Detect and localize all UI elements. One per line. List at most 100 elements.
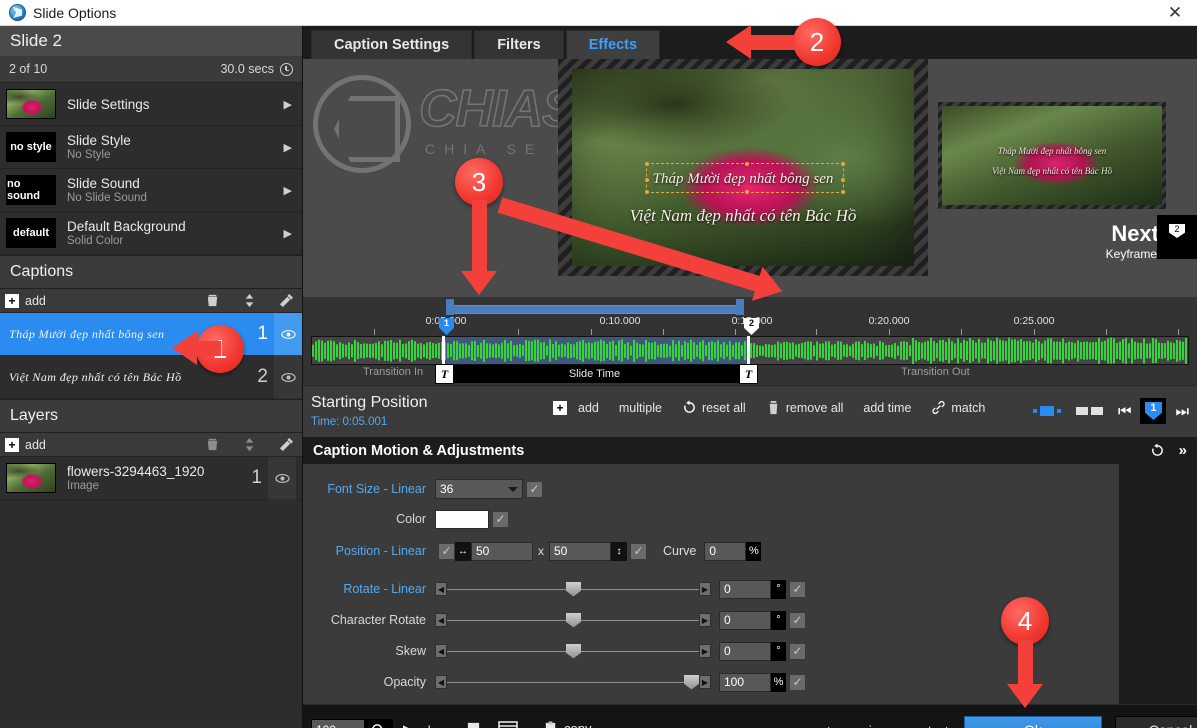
undo-icon[interactable]	[1150, 443, 1165, 458]
rotate-input[interactable]: 0	[719, 579, 771, 599]
sidebar-item-label: Default Background	[67, 218, 186, 234]
slider-knob[interactable]	[566, 612, 581, 628]
next-label[interactable]: Next	[1111, 221, 1159, 247]
caption-selection-box[interactable]	[645, 162, 845, 194]
opacity-checkbox[interactable]: ✓	[789, 673, 806, 691]
reorder-icon[interactable]	[242, 437, 257, 452]
keyframe-range-bar[interactable]	[446, 299, 744, 315]
slider-knob[interactable]	[684, 674, 699, 690]
rotate-checkbox[interactable]: ✓	[789, 580, 806, 598]
font-size-checkbox[interactable]: ✓	[526, 480, 543, 498]
layer-visibility-toggle[interactable]	[268, 456, 296, 500]
tools-icon[interactable]	[279, 437, 294, 452]
tab-caption-settings[interactable]: Caption Settings	[311, 30, 473, 59]
copy-label: copy	[564, 721, 591, 728]
preview-area[interactable]: CHIASEKIENTHUC CHIA SE KIEN THUC Tháp Mư…	[303, 59, 1197, 297]
layer-list-item[interactable]: flowers-3294463_1920 Image 1	[0, 456, 302, 500]
current-keyframe-indicator[interactable]: 1	[1140, 398, 1167, 424]
character-rotate-input[interactable]: 0	[719, 610, 771, 630]
character-rotate-slider[interactable]: ◀ ▶	[435, 611, 711, 630]
skew-slider[interactable]: ◀ ▶	[435, 642, 711, 661]
slider-left-icon[interactable]: ◀	[435, 582, 447, 596]
match-button[interactable]: match	[931, 400, 985, 415]
curve-input[interactable]: 0	[704, 541, 747, 561]
font-size-select[interactable]: 36	[435, 479, 523, 499]
rotate-slider[interactable]: ◀ ▶	[435, 580, 711, 599]
zoom-control[interactable]: 100	[311, 719, 393, 728]
transition-out-handle[interactable]: T	[739, 364, 758, 384]
reset-all-button[interactable]: reset all	[682, 400, 746, 415]
plus-icon[interactable]: +	[5, 437, 19, 452]
main-panel: Caption Settings Filters Effects CHIASEK…	[303, 26, 1197, 728]
slider-knob[interactable]	[566, 643, 581, 659]
keyframe-spacing-split-icon[interactable]	[1075, 407, 1103, 415]
trash-icon[interactable]	[205, 293, 220, 308]
opacity-slider[interactable]: ◀ ▶	[435, 673, 711, 692]
timeline[interactable]: 0:05.000 0:10.000 0:15.000 0:20.000 0:25…	[303, 297, 1197, 385]
tab-effects[interactable]: Effects	[565, 30, 661, 59]
layers-add-row[interactable]: + add	[0, 433, 302, 457]
next-button[interactable]: next ➡	[907, 721, 950, 728]
previous-button[interactable]: ⬅ previous	[825, 721, 893, 728]
caption-list-item[interactable]: Tháp Mười đẹp nhất bông sen 1	[0, 312, 302, 356]
next-keyframe-button[interactable]: ⏭	[1175, 403, 1189, 420]
sidebar-item-default-background[interactable]: default Default Background Solid Color ▶	[0, 212, 302, 255]
remove-all-button[interactable]: remove all	[766, 400, 843, 415]
caption-visibility-toggle[interactable]	[274, 312, 302, 356]
slider-left-icon[interactable]: ◀	[435, 644, 447, 658]
slider-left-icon[interactable]: ◀	[435, 613, 447, 627]
slider-knob[interactable]	[566, 581, 581, 597]
window-button[interactable]	[498, 721, 518, 728]
caption-visibility-toggle[interactable]	[274, 355, 302, 399]
add-keyframe-button[interactable]: + add	[553, 400, 599, 415]
trash-icon	[769, 400, 777, 415]
opacity-input[interactable]: 100	[719, 672, 771, 692]
position-x-input[interactable]: 50	[471, 541, 533, 561]
slider-right-icon[interactable]: ▶	[699, 613, 711, 627]
transition-in-handle[interactable]: T	[435, 364, 454, 384]
caption-list-item[interactable]: Việt Nam đẹp nhất có tên Bác Hồ 2	[0, 355, 302, 399]
color-swatch[interactable]	[435, 509, 489, 529]
chevron-double-right-icon[interactable]: »	[1179, 442, 1187, 459]
sidebar-item-slide-settings[interactable]: Slide Settings ▶	[0, 83, 302, 126]
captions-add-row[interactable]: + add	[0, 289, 302, 313]
position-row: Position - Linear ✓ ↔ 50 x 50 ↕ ✓ Curve …	[303, 538, 1119, 564]
zoom-input[interactable]: 100	[312, 720, 364, 728]
reorder-icon[interactable]	[242, 293, 257, 308]
position-checkbox[interactable]: ✓	[438, 542, 455, 560]
match-label: match	[951, 400, 986, 415]
skew-input[interactable]: 0	[719, 641, 771, 661]
ok-button[interactable]: Ok	[964, 716, 1102, 728]
tab-filters[interactable]: Filters	[474, 30, 564, 59]
sidebar-item-slide-sound[interactable]: no sound Slide Sound No Slide Sound ▶	[0, 169, 302, 212]
trash-icon[interactable]	[205, 437, 220, 452]
slider-left-icon[interactable]: ◀	[435, 675, 447, 689]
curve-label: Curve	[663, 544, 697, 558]
character-rotate-checkbox[interactable]: ✓	[789, 611, 806, 629]
previous-keyframe-button[interactable]: ⏮	[1118, 403, 1132, 420]
keyframe-spacing-even-icon[interactable]	[1032, 406, 1061, 416]
multiple-button[interactable]: multiple	[619, 401, 662, 415]
cancel-button[interactable]: Cancel	[1115, 716, 1197, 728]
slide-start-marker[interactable]	[442, 336, 445, 365]
close-icon[interactable]: ✕	[1153, 0, 1197, 25]
font-size-label: Font Size - Linear	[327, 482, 426, 496]
next-keyframe-badge[interactable]: 2	[1157, 215, 1197, 259]
slider-right-icon[interactable]: ▶	[699, 582, 711, 596]
preview-caption-line-2[interactable]: Việt Nam đẹp nhất có tên Bác Hồ	[558, 206, 928, 226]
position-lock-checkbox[interactable]: ✓	[630, 542, 647, 560]
play-button[interactable]: ▶ play	[403, 721, 444, 728]
slider-right-icon[interactable]: ▶	[699, 675, 711, 689]
copy-button[interactable]: copy	[543, 721, 591, 728]
shield-button[interactable]	[466, 721, 481, 728]
tools-icon[interactable]	[279, 293, 294, 308]
slide-end-marker[interactable]	[747, 336, 750, 365]
magnifier-icon[interactable]	[364, 720, 392, 728]
slider-right-icon[interactable]: ▶	[699, 644, 711, 658]
plus-icon[interactable]: +	[5, 293, 19, 308]
position-y-input[interactable]: 50	[549, 541, 611, 561]
add-time-button[interactable]: add time	[863, 401, 911, 415]
skew-checkbox[interactable]: ✓	[789, 642, 806, 660]
sidebar-item-slide-style[interactable]: no style Slide Style No Style ▶	[0, 126, 302, 169]
color-checkbox[interactable]: ✓	[492, 510, 509, 528]
